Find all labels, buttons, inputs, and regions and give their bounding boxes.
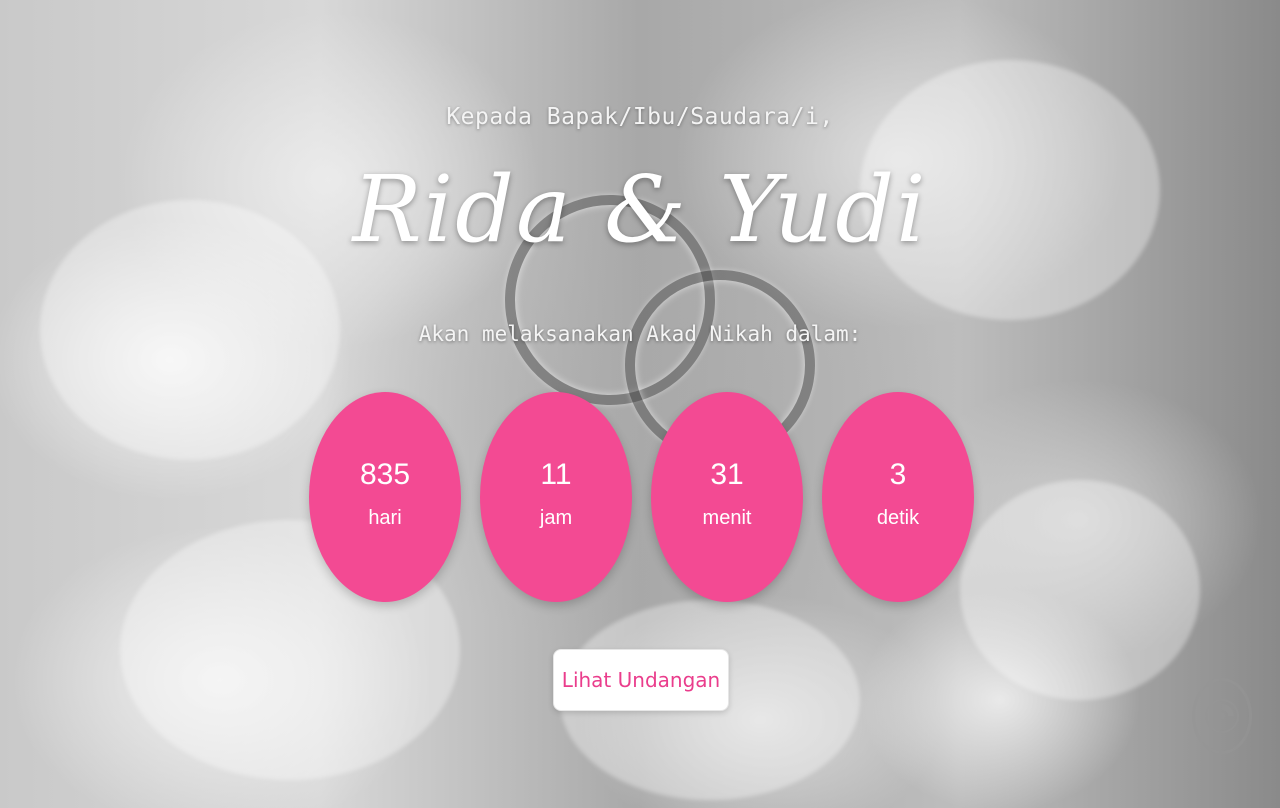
countdown-seconds-label: detik	[876, 507, 920, 529]
countdown-minutes-value: 31	[710, 458, 744, 491]
couple-names: Rida & Yudi	[352, 156, 928, 263]
countdown-hours-label: jam	[539, 507, 573, 529]
countdown-days: 835 hari	[309, 392, 461, 602]
music-toggle-button[interactable]	[1192, 678, 1252, 754]
countdown-minutes: 31 menit	[651, 392, 803, 602]
hero-section: Kepada Bapak/Ibu/Saudara/i, Rida & Yudi …	[0, 0, 1280, 808]
countdown-days-value: 835	[359, 458, 411, 491]
music-disc-icon	[1205, 699, 1239, 733]
countdown-days-label: hari	[368, 507, 402, 529]
open-invitation-button[interactable]: Lihat Undangan	[553, 649, 729, 711]
countdown-seconds-value: 3	[889, 458, 907, 491]
event-subtitle: Akan melaksanakan Akad Nikah dalam:	[418, 322, 862, 346]
countdown-hours-value: 11	[540, 458, 572, 491]
countdown-minutes-label: menit	[702, 507, 752, 529]
countdown-seconds: 3 detik	[822, 392, 974, 602]
countdown-hours: 11 jam	[480, 392, 632, 602]
greeting-text: Kepada Bapak/Ibu/Saudara/i,	[446, 104, 834, 130]
countdown-timer: 835 hari 11 jam 31 menit 3 detik	[309, 392, 974, 602]
